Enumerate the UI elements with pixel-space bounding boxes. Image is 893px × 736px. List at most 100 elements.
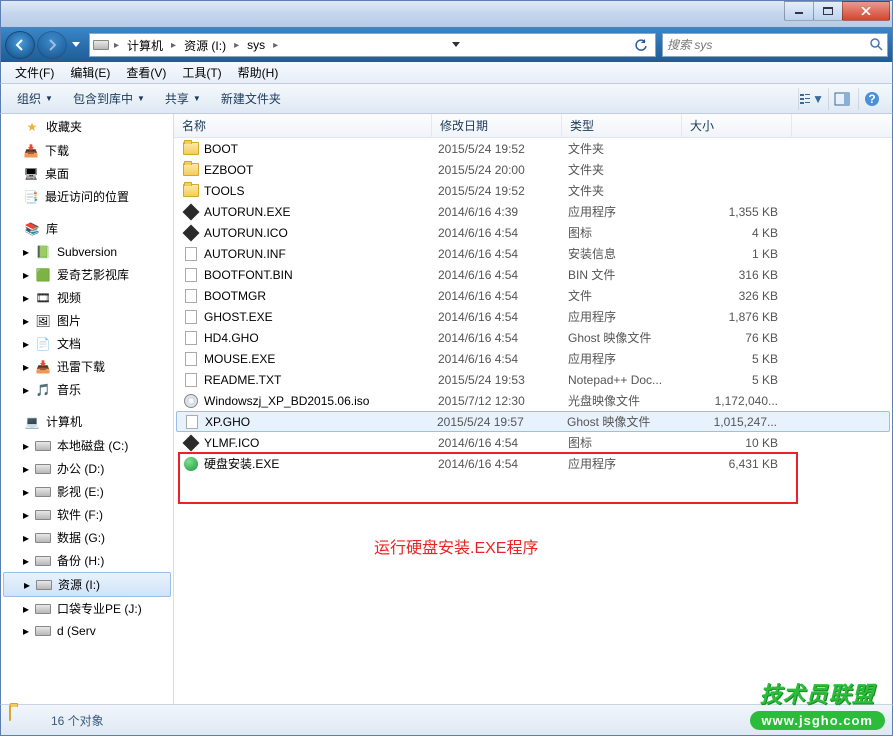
column-name[interactable]: 名称 (174, 114, 432, 138)
sidebar-item[interactable]: ▸🟩爱奇艺影视库 (1, 263, 173, 286)
file-size: 1,172,040... (688, 394, 788, 408)
breadcrumb-item[interactable]: 计算机 (123, 35, 167, 56)
search-icon[interactable] (869, 37, 883, 54)
file-date: 2014/6/16 4:54 (438, 331, 568, 345)
sidebar-item[interactable]: ▸📥迅雷下载 (1, 355, 173, 378)
preview-pane-icon[interactable] (828, 88, 854, 110)
sidebar-item-recent[interactable]: 📑最近访问的位置 (1, 185, 173, 208)
help-icon[interactable]: ? (858, 88, 884, 110)
file-row[interactable]: YLMF.ICO2014/6/16 4:54图标10 KB (174, 432, 892, 453)
collapse-icon[interactable] (7, 121, 18, 132)
file-row[interactable]: AUTORUN.ICO2014/6/16 4:54图标4 KB (174, 222, 892, 243)
file-type: 应用程序 (568, 350, 688, 367)
file-name: BOOTFONT.BIN (204, 268, 438, 282)
menu-tools[interactable]: 工具(T) (174, 62, 229, 83)
drive-icon (35, 507, 51, 523)
sidebar-item-drive-f[interactable]: ▸软件 (F:) (1, 503, 173, 526)
sidebar-item-drive-j[interactable]: ▸口袋专业PE (J:) (1, 597, 173, 620)
file-row[interactable]: HD4.GHO2014/6/16 4:54Ghost 映像文件76 KB (174, 327, 892, 348)
sidebar-item[interactable]: ▸📄文档 (1, 332, 173, 355)
view-options-icon[interactable]: ▼ (798, 88, 824, 110)
collapse-icon[interactable] (7, 416, 18, 427)
sidebar-item-drive-i[interactable]: ▸资源 (I:) (3, 572, 171, 597)
search-input[interactable] (667, 38, 869, 52)
file-row[interactable]: EZBOOT2015/5/24 20:00文件夹 (174, 159, 892, 180)
sidebar-favorites-header[interactable]: ★收藏夹 (1, 114, 173, 139)
picture-icon: 🖼 (35, 313, 51, 329)
file-row[interactable]: README.TXT2015/5/24 19:53Notepad++ Doc..… (174, 369, 892, 390)
close-button[interactable] (842, 1, 890, 21)
file-type: 安装信息 (568, 245, 688, 262)
search-box[interactable] (662, 33, 888, 57)
file-list-pane: 名称 修改日期 类型 大小 BOOT2015/5/24 19:52文件夹EZBO… (174, 114, 892, 704)
file-row[interactable]: GHOST.EXE2014/6/16 4:54应用程序1,876 KB (174, 306, 892, 327)
sidebar-item-drive-g[interactable]: ▸数据 (G:) (1, 526, 173, 549)
file-icon (182, 225, 200, 241)
file-row[interactable]: BOOTMGR2014/6/16 4:54文件326 KB (174, 285, 892, 306)
menu-help[interactable]: 帮助(H) (230, 62, 287, 83)
chevron-right-icon[interactable]: ▸ (110, 40, 123, 51)
collapse-icon[interactable] (7, 223, 18, 234)
file-list[interactable]: BOOT2015/5/24 19:52文件夹EZBOOT2015/5/24 20… (174, 138, 892, 474)
file-icon (182, 141, 200, 157)
chevron-right-icon[interactable]: ▸ (230, 40, 243, 51)
file-row[interactable]: XP.GHO2015/5/24 19:57Ghost 映像文件1,015,247… (176, 411, 890, 432)
menu-view[interactable]: 查看(V) (118, 62, 174, 83)
sidebar-computer-header[interactable]: 💻计算机 (1, 409, 173, 434)
breadcrumb[interactable]: ▸ 计算机 ▸ 资源 (I:) ▸ sys ▸ (89, 33, 656, 57)
include-button[interactable]: 包含到库中▼ (65, 87, 153, 110)
file-row[interactable]: TOOLS2015/5/24 19:52文件夹 (174, 180, 892, 201)
back-button[interactable] (5, 31, 35, 59)
chevron-right-icon[interactable]: ▸ (269, 40, 282, 51)
breadcrumb-item[interactable]: 资源 (I:) (180, 35, 230, 56)
sidebar-item[interactable]: ▸🎞视频 (1, 286, 173, 309)
breadcrumb-dropdown-icon[interactable] (444, 35, 468, 55)
sidebar-item-downloads[interactable]: 📥下载 (1, 139, 173, 162)
menu-file[interactable]: 文件(F) (7, 62, 62, 83)
file-row[interactable]: AUTORUN.INF2014/6/16 4:54安装信息1 KB (174, 243, 892, 264)
file-row[interactable]: BOOT2015/5/24 19:52文件夹 (174, 138, 892, 159)
share-button[interactable]: 共享▼ (157, 87, 209, 110)
sidebar-item-drive-serv[interactable]: ▸d (Serv (1, 620, 173, 642)
sidebar-item-drive-c[interactable]: ▸本地磁盘 (C:) (1, 434, 173, 457)
file-row[interactable]: BOOTFONT.BIN2014/6/16 4:54BIN 文件316 KB (174, 264, 892, 285)
download-icon: 📥 (35, 359, 51, 375)
menu-edit[interactable]: 编辑(E) (62, 62, 118, 83)
organize-button[interactable]: 组织▼ (9, 87, 61, 110)
chevron-right-icon[interactable]: ▸ (167, 40, 180, 51)
drive-icon (35, 553, 51, 569)
sidebar-libraries-header[interactable]: 📚库 (1, 216, 173, 241)
column-size[interactable]: 大小 (682, 114, 792, 138)
breadcrumb-item[interactable]: sys (243, 36, 269, 54)
file-name: XP.GHO (205, 415, 437, 429)
sidebar-item-desktop[interactable]: 🖥桌面 (1, 162, 173, 185)
sidebar-item[interactable]: ▸🖼图片 (1, 309, 173, 332)
window-titlebar (0, 0, 893, 28)
history-dropdown[interactable] (69, 31, 83, 59)
file-date: 2014/6/16 4:54 (438, 226, 568, 240)
maximize-button[interactable] (813, 1, 843, 21)
file-icon (182, 393, 200, 409)
sidebar-item-drive-d[interactable]: ▸办公 (D:) (1, 457, 173, 480)
file-row[interactable]: MOUSE.EXE2014/6/16 4:54应用程序5 KB (174, 348, 892, 369)
column-date[interactable]: 修改日期 (432, 114, 562, 138)
sidebar-item-drive-e[interactable]: ▸影视 (E:) (1, 480, 173, 503)
computer-icon: 💻 (24, 414, 40, 430)
file-row[interactable]: AUTORUN.EXE2014/6/16 4:39应用程序1,355 KB (174, 201, 892, 222)
sidebar-item[interactable]: ▸🎵音乐 (1, 378, 173, 401)
forward-button[interactable] (37, 31, 67, 59)
refresh-icon[interactable] (629, 35, 653, 55)
sidebar-item-drive-h[interactable]: ▸备份 (H:) (1, 549, 173, 572)
file-row[interactable]: 硬盘安装.EXE2014/6/16 4:54应用程序6,431 KB (174, 453, 892, 474)
column-type[interactable]: 类型 (562, 114, 682, 138)
file-size: 5 KB (688, 373, 788, 387)
file-size: 1,876 KB (688, 310, 788, 324)
sidebar-item[interactable]: ▸📗Subversion (1, 241, 173, 263)
minimize-button[interactable] (784, 1, 814, 21)
file-row[interactable]: Windowszj_XP_BD2015.06.iso2015/7/12 12:3… (174, 390, 892, 411)
file-name: AUTORUN.ICO (204, 226, 438, 240)
newfolder-button[interactable]: 新建文件夹 (213, 87, 289, 110)
file-date: 2014/6/16 4:54 (438, 268, 568, 282)
drive-icon (92, 36, 110, 54)
library-icon: 📚 (24, 221, 40, 237)
